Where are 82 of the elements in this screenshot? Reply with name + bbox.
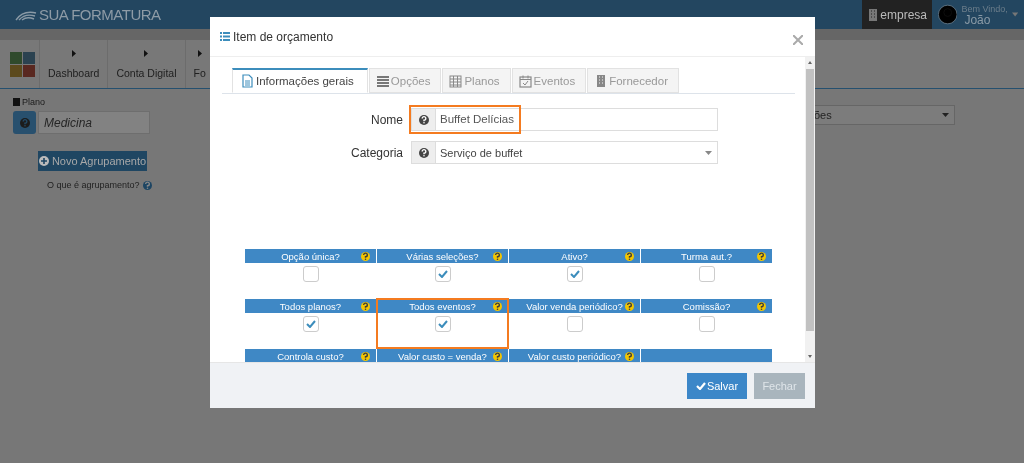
- plus-circle-icon: [38, 156, 49, 166]
- check-icon: [305, 320, 316, 328]
- checkbox[interactable]: [698, 266, 715, 282]
- help-icon: [625, 351, 634, 361]
- check-icon: [695, 381, 706, 390]
- check-icon: [437, 320, 448, 328]
- help-icon: [361, 301, 370, 311]
- app-grid-icon: [10, 51, 35, 77]
- user-name: João: [963, 14, 991, 26]
- close-button[interactable]: [792, 33, 804, 46]
- avatar-icon: [938, 2, 958, 27]
- category-select[interactable]: Serviço de buffet: [436, 141, 718, 164]
- checkbox[interactable]: [434, 316, 451, 332]
- caret-icon: [144, 49, 149, 57]
- help-icon: [361, 251, 370, 261]
- checkbox[interactable]: [302, 316, 319, 332]
- help-icon: [361, 351, 370, 361]
- column-header: Opção única?: [245, 249, 376, 263]
- save-button[interactable]: Salvar: [687, 372, 747, 399]
- column-header: Valor venda periódico?: [509, 299, 640, 313]
- column-header: Várias seleções?: [377, 249, 508, 263]
- logo-text: SUA FORMATURA: [39, 6, 161, 23]
- help-icon: [19, 117, 30, 128]
- table-icon: [449, 73, 463, 88]
- caret-icon: [71, 49, 76, 57]
- column-header: Comissão?: [641, 299, 772, 313]
- tab[interactable]: Opções: [368, 68, 442, 93]
- dialog-title: Item de orçamento: [233, 29, 334, 44]
- building-icon: [594, 73, 608, 88]
- column-header: Controla custo?: [245, 349, 376, 362]
- field-label: Plano: [22, 97, 46, 107]
- help-button[interactable]: [411, 108, 436, 131]
- building-icon: [869, 8, 878, 21]
- name-field[interactable]: Buffet Delícias: [436, 108, 718, 131]
- caret-icon: [705, 150, 712, 155]
- help-icon: [418, 147, 429, 158]
- greeting-text: Bem Vindo,: [961, 3, 1008, 15]
- caret-icon: [197, 49, 202, 57]
- help-link[interactable]: O que é agrupamento?: [47, 180, 140, 190]
- checkbox[interactable]: [434, 266, 451, 282]
- help-icon: [493, 251, 502, 261]
- column-header: Valor custo = venda?: [377, 349, 508, 362]
- checkbox[interactable]: [698, 316, 715, 332]
- tab[interactable]: Informações gerais: [232, 68, 368, 93]
- field-label: Categoria: [349, 145, 403, 160]
- calendar-icon: [518, 73, 532, 88]
- user-menu[interactable]: Bem Vindo, João: [932, 0, 1024, 29]
- new-group-button[interactable]: Novo Agrupamento: [38, 151, 147, 171]
- checkbox[interactable]: [302, 266, 319, 282]
- checkbox[interactable]: [566, 266, 583, 282]
- plan-field[interactable]: Medicina: [38, 111, 150, 134]
- caret-icon: [1011, 12, 1018, 17]
- checkbox[interactable]: [566, 316, 583, 332]
- nav-item[interactable]: Conta Digital: [107, 40, 185, 88]
- help-icon: [142, 180, 152, 190]
- check-icon: [437, 270, 448, 278]
- column-header: Ativo?: [509, 249, 640, 263]
- help-icon: [493, 301, 502, 311]
- help-icon: [625, 251, 634, 261]
- select-field[interactable]: ões: [813, 105, 955, 125]
- check-icon: [569, 270, 580, 278]
- help-icon: [757, 251, 766, 261]
- caret-icon: [942, 113, 949, 117]
- tab[interactable]: Planos: [442, 68, 511, 93]
- document-icon: [13, 98, 20, 106]
- column-header: Valor custo periódico?: [509, 349, 640, 362]
- field-label: Nome: [370, 112, 403, 127]
- help-button[interactable]: [411, 141, 436, 164]
- company-button[interactable]: empresa: [862, 0, 932, 29]
- tab[interactable]: Eventos: [511, 68, 587, 93]
- help-icon: [625, 301, 634, 311]
- close-icon: [793, 34, 803, 45]
- document-icon: [241, 74, 254, 88]
- column-header: Todos planos?: [245, 299, 376, 313]
- list-icon: [220, 32, 230, 41]
- help-icon: [418, 114, 429, 125]
- column-header: Turma aut.?: [641, 249, 772, 263]
- tab[interactable]: Fornecedor: [587, 68, 679, 93]
- nav-item[interactable]: Dashboard: [39, 40, 108, 88]
- help-icon: [493, 351, 502, 361]
- help-icon: [757, 301, 766, 311]
- list-icon: [375, 73, 389, 88]
